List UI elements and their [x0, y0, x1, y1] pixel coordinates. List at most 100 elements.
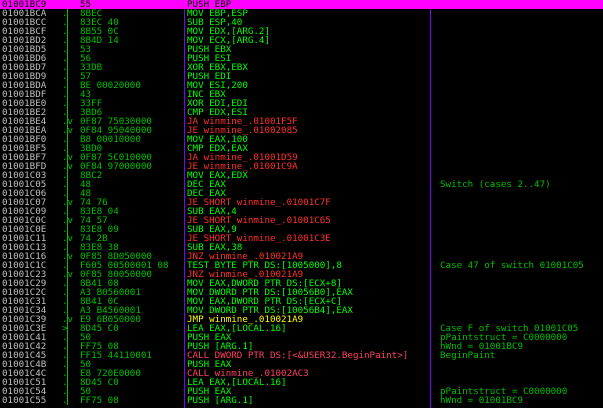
instruction-cell: CALL winmine_.01002AC3: [187, 369, 309, 378]
disasm-row[interactable]: 01001C29. 8B41 08 MOV EAX,DWORD PTR DS:[EC…: [0, 279, 603, 288]
disasm-row[interactable]: 01001BDF. 43 INC EBX: [0, 90, 603, 99]
disasm-row[interactable]: 01001BDA. BE 00020000 MOV ESI,200: [0, 81, 603, 90]
instruction-cell: PUSH EBP: [187, 0, 232, 9]
disasm-row[interactable]: 01001C51. 8D45 C0 LEA EAX,[LOCAL.16]: [0, 378, 603, 387]
jump-arrow-icon: .v: [62, 234, 74, 243]
instruction-cell: DEC EAX: [187, 180, 226, 189]
jump-arrow-icon: .v: [62, 153, 74, 162]
disasm-row[interactable]: 01001BD6. 56 PUSH ESI: [0, 54, 603, 63]
disasm-row[interactable]: 01001BD5. 53 PUSH EBX: [0, 45, 603, 54]
hex-bytes-cell: 53: [80, 45, 92, 54]
jump-arrow-icon: .v: [62, 315, 74, 324]
comment-cell: hWnd = 01001BC9: [440, 396, 523, 405]
disasm-row[interactable]: 01001BFD .v 0F84 97000000 JE winmine_.01001…: [0, 162, 603, 171]
disasm-row[interactable]: 01001BD7. 33DB XOR EBX,EBX: [0, 63, 603, 72]
disasm-row[interactable]: 01001BF7 .v 0F87 5C010000 JA winmine_.01001…: [0, 153, 603, 162]
hex-bytes-cell: 3BD0: [80, 144, 103, 153]
comment-cell: [440, 135, 603, 144]
comment-cell: [440, 252, 603, 261]
hex-bytes-cell: E9 6B050000: [80, 315, 141, 324]
hex-bytes-cell: 83E8 09: [80, 225, 119, 234]
disasm-row[interactable]: 01001C4B. 50 PUSH EAX: [0, 360, 603, 369]
jump-arrow-icon: .: [62, 180, 68, 189]
hex-bytes-cell: 83E8 04: [80, 207, 119, 216]
disasm-row[interactable]: 01001C11 .v 74 2B JE SHORT winmine_.01001C3…: [0, 234, 603, 243]
disasm-row[interactable]: 01001BCF. 8B55 0C MOV EDX,[ARG.2]: [0, 27, 603, 36]
disasm-row[interactable]: 01001C03. 8BC2 MOV EAX,EDX: [0, 171, 603, 180]
instruction-cell: MOV ESI,200: [187, 81, 248, 90]
disasm-row[interactable]: 01001C34. A3 B4560001 MOV DWORD PTR DS:[10…: [0, 306, 603, 315]
address-cell: 01001C55: [2, 396, 47, 405]
jump-arrow-icon: .v: [62, 216, 74, 225]
disasm-row[interactable]: 01001C2C. A3 B0560001 MOV DWORD PTR DS:[10…: [0, 288, 603, 297]
jump-arrow-icon: .: [62, 72, 68, 81]
disasm-row[interactable]: 01001BC9 55 PUSH EBP: [0, 0, 603, 9]
address-cell: 01001C11: [2, 234, 47, 243]
disasm-row[interactable]: 01001C1C. F605 00500001 08 TEST BYTE PTR D…: [0, 261, 603, 270]
disasm-row[interactable]: 01001C0C .v 74 57 JE SHORT winmine_.01001C6…: [0, 216, 603, 225]
disasm-row[interactable]: 01001BD2. 8B4D 14 MOV ECX,[ARG.4]: [0, 36, 603, 45]
disasm-row[interactable]: 01001C16 .v 0F85 8D050000 JNZ winmine_.0100…: [0, 252, 603, 261]
comment-cell: [440, 270, 603, 279]
jump-arrow-icon: >: [62, 324, 68, 333]
jump-arrow-icon: .v: [62, 252, 74, 261]
disasm-row[interactable]: 01001C06. 48 DEC EAX: [0, 189, 603, 198]
hex-bytes-cell: B8 00010000: [80, 135, 141, 144]
disasm-row[interactable]: 01001C09. 83E8 04 SUB EAX,4: [0, 207, 603, 216]
disasm-row[interactable]: 01001BE0. 33FF XOR EDI,EDI: [0, 99, 603, 108]
instruction-cell: PUSH EBX: [187, 45, 232, 54]
instruction-cell: PUSH EAX: [187, 333, 232, 342]
comment-cell: BeginPaint: [440, 351, 496, 360]
comment-cell: [440, 243, 603, 252]
address-cell: 01001BE2: [2, 108, 47, 117]
hex-bytes-cell: 55: [80, 0, 92, 9]
disasm-row[interactable]: 01001C45. FF15 44110001 CALL DWORD PTR DS:…: [0, 351, 603, 360]
disasm-row[interactable]: 01001BD9. 57 PUSH EDI: [0, 72, 603, 81]
disasm-row[interactable]: 01001C41. 50 PUSH EAX pPaintstruct = C00000…: [0, 333, 603, 342]
disasm-row[interactable]: 01001C05. 48 DEC EAX Switch (cases 2..47): [0, 180, 603, 189]
disasm-row[interactable]: 01001BF5. 3BD0 CMP EDX,EAX: [0, 144, 603, 153]
address-cell: 01001BEA: [2, 126, 47, 135]
jump-arrow-icon: .: [62, 63, 68, 72]
hex-bytes-cell: F605 00500001 08: [80, 261, 169, 270]
address-cell: 01001C51: [2, 378, 47, 387]
disasm-row[interactable]: 01001BE2. 3BD6 CMP EDX,ESI: [0, 108, 603, 117]
disasm-row[interactable]: 01001C23 .v 0F85 80050000 JNZ winmine_.0100…: [0, 270, 603, 279]
instruction-cell: JMP winmine_.010021A9: [187, 315, 304, 324]
instruction-cell: MOV DWORD PTR DS:[10056B4],EAX: [187, 306, 353, 315]
disasm-row[interactable]: 01001C0E. 83E8 09 SUB EAX,9: [0, 225, 603, 234]
jump-arrow-icon: .: [62, 243, 68, 252]
disasm-row[interactable]: 01001C4C. E8 720E0000 CALL winmine_.01002A…: [0, 369, 603, 378]
instruction-cell: PUSH [ARG.1]: [187, 396, 254, 405]
hex-bytes-cell: 8B41 0C: [80, 297, 119, 306]
jump-arrow-icon: .: [62, 297, 68, 306]
disasm-row[interactable]: 01001BCA. 8BEC MOV EBP,ESP: [0, 9, 603, 18]
jump-arrow-icon: .v: [62, 162, 74, 171]
hex-bytes-cell: BE 00020000: [80, 81, 141, 90]
disasm-row[interactable]: 01001BE4 .v 0F87 75030000 JA winmine_.01001…: [0, 117, 603, 126]
disasm-row[interactable]: 01001BCC. 83EC 40 SUB ESP,40: [0, 18, 603, 27]
disasm-row[interactable]: 01001C31. 8B41 0C MOV EAX,DWORD PTR DS:[EC…: [0, 297, 603, 306]
disasm-row[interactable]: 01001C54. 50 PUSH EAX pPaintstruct = C00000…: [0, 387, 603, 396]
disasm-row[interactable]: 01001C55. FF75 08 PUSH [ARG.1] hWnd = 01001…: [0, 396, 603, 405]
disasm-row[interactable]: 01001C39 .v E9 6B050000 JMP winmine_.010021…: [0, 315, 603, 324]
address-cell: 01001BFD: [2, 162, 47, 171]
disasm-row[interactable]: 01001C3E >8D45 C0 LEA EAX,[LOCAL.16] Case F…: [0, 324, 603, 333]
hex-bytes-cell: 0F84 95040000: [80, 126, 152, 135]
comment-cell: [440, 54, 603, 63]
disasm-row[interactable]: 01001C13. 83E8 38 SUB EAX,38: [0, 243, 603, 252]
disasm-row[interactable]: 01001BF0. B8 00010000 MOV EAX,100: [0, 135, 603, 144]
instruction-cell: SUB EAX,4: [187, 207, 237, 216]
disassembly-view[interactable]: 01001BC9 55 PUSH EBP 01001BCA. 8BEC MOV EBP,E…: [0, 0, 603, 408]
instruction-cell: TEST BYTE PTR DS:[1005000],8: [187, 261, 342, 270]
hex-bytes-cell: 0F87 75030000: [80, 117, 152, 126]
hex-bytes-cell: 8BC2: [80, 171, 103, 180]
instruction-cell: CMP EDX,EAX: [187, 144, 248, 153]
disasm-row[interactable]: 01001BEA .v 0F84 95040000 JE winmine_.01002…: [0, 126, 603, 135]
disasm-row[interactable]: 01001C42. FF75 08 PUSH [ARG.1] hWnd = 01001…: [0, 342, 603, 351]
hex-bytes-cell: 74 76: [80, 198, 108, 207]
disasm-row[interactable]: 01001C07 .v 74 76 JE SHORT winmine_.01001C7…: [0, 198, 603, 207]
address-cell: 01001BDF: [2, 90, 47, 99]
hex-bytes-cell: 43: [80, 90, 92, 99]
comment-cell: [440, 234, 603, 243]
